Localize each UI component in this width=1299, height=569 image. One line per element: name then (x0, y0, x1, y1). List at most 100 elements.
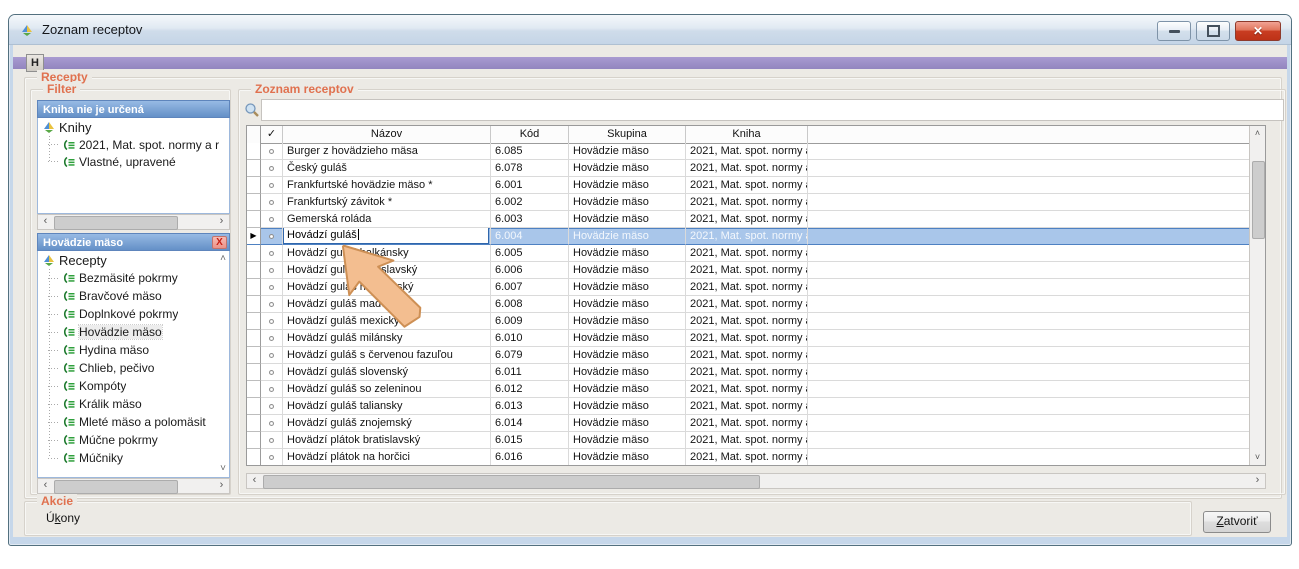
cell-kniha: 2021, Mat. spot. normy a (686, 262, 808, 279)
tree-item[interactable]: Hovädzie mäso (48, 323, 229, 341)
tree-item[interactable]: Mleté mäso a polomäsit (48, 413, 229, 431)
ukony-menu[interactable]: Úkony (46, 511, 80, 525)
record-bullet-icon (269, 217, 274, 222)
scroll-up-icon[interactable]: ˄ (1250, 126, 1265, 141)
scroll-right-icon[interactable]: › (214, 215, 229, 229)
table-row[interactable]: Burger z hovädzieho mäsa6.085Hovädzie mä… (247, 143, 1249, 160)
panel-close-button[interactable]: X (212, 236, 227, 249)
header-kniha[interactable]: Kniha (686, 126, 808, 143)
close-button[interactable]: ✕ (1235, 21, 1281, 41)
table-row[interactable]: Hovädzí guláš mexický6.009Hovädzie mäso2… (247, 313, 1249, 330)
table-row[interactable]: Hovädzí guláš s červenou fazuľou6.079Hov… (247, 347, 1249, 364)
table-row[interactable]: Hovädzí guláš hamburský6.007Hovädzie mäs… (247, 279, 1249, 296)
group-list-label: Zoznam receptov (251, 82, 358, 96)
scroll-up-icon[interactable]: ˄ (220, 254, 226, 264)
tree-item-label: Kompóty (79, 379, 126, 393)
scroll-thumb[interactable] (263, 475, 760, 489)
cell-kniha: 2021, Mat. spot. normy a (686, 177, 808, 194)
maximize-button[interactable] (1196, 21, 1230, 41)
tree-item-label: Mleté mäso a polomäsit (79, 415, 206, 429)
record-bullet-icon (269, 455, 274, 460)
tree-item[interactable]: Doplnkové pokrmy (48, 305, 229, 323)
table-row[interactable]: Hovädzí guláš so zeleninou6.012Hovädzie … (247, 381, 1249, 398)
row-selector-cell (247, 449, 261, 465)
cell-kod: 6.005 (491, 245, 569, 262)
cell-kod: 6.015 (491, 432, 569, 449)
tree-item[interactable]: Múčniky (48, 449, 229, 467)
cell-skupina: Hovädzie mäso (569, 296, 686, 313)
tree-item[interactable]: Vlastné, upravené (48, 153, 229, 170)
cell-kniha: 2021, Mat. spot. normy a (686, 364, 808, 381)
record-bullet-icon (269, 438, 274, 443)
header-check[interactable]: ✓ (261, 126, 283, 143)
cell-skupina: Hovädzie mäso (569, 415, 686, 432)
scroll-thumb[interactable] (54, 216, 178, 230)
table-row[interactable]: Hovädzí plátok na horčici6.016Hovädzie m… (247, 449, 1249, 465)
tree-item[interactable]: Bravčové mäso (48, 287, 229, 305)
minimize-button[interactable] (1157, 21, 1191, 41)
table-row[interactable]: Hovädzí guláš bratislavský6.006Hovädzie … (247, 262, 1249, 279)
tree-item[interactable]: Bezmäsité pokrmy (48, 269, 229, 287)
table-row[interactable]: Frankfurtský závitok *6.002Hovädzie mäso… (247, 194, 1249, 211)
cell-kod: 6.013 (491, 398, 569, 415)
table-row[interactable]: Český guláš6.078Hovädzie mäso2021, Mat. … (247, 160, 1249, 177)
book-icon (62, 434, 75, 446)
table-hscrollbar[interactable]: ‹ › (246, 473, 1266, 489)
record-bullet-icon (269, 251, 274, 256)
table-row[interactable]: Gemerská roláda6.003Hovädzie mäso2021, M… (247, 211, 1249, 228)
row-bullet-cell (261, 279, 283, 296)
row-bullet-cell (261, 160, 283, 177)
tree-connector (48, 458, 58, 459)
table-row[interactable]: Hovädzí guláš taliansky6.013Hovädzie mäs… (247, 398, 1249, 415)
table-row[interactable]: ▶Hovádzí guláš6.004Hovädzie mäso2021, Ma… (247, 228, 1249, 245)
scroll-thumb[interactable] (1252, 161, 1265, 239)
table-row[interactable]: Hovädzí guláš balkánsky6.005Hovädzie mäs… (247, 245, 1249, 262)
table-vscrollbar[interactable]: ˄ ˅ (1249, 126, 1265, 465)
cell-kniha: 2021, Mat. spot. normy a (686, 143, 808, 160)
book-tree-hscrollbar[interactable]: ‹ › (37, 214, 230, 230)
tree-item[interactable]: Králik mäso (48, 395, 229, 413)
zatvorit-button[interactable]: Zatvoriť (1203, 511, 1271, 533)
header-nazov[interactable]: Názov (283, 126, 491, 143)
tree-root-knihy[interactable]: Knihy (38, 118, 229, 136)
tree-item[interactable]: Hydina mäso (48, 341, 229, 359)
tree-item-label: 2021, Mat. spot. normy a r (79, 138, 219, 152)
cell-nazov: Burger z hovädzieho mäsa (283, 143, 491, 160)
tree-item[interactable]: Chlieb, pečivo (48, 359, 229, 377)
tree-item[interactable]: 2021, Mat. spot. normy a r (48, 136, 229, 153)
scroll-left-icon[interactable]: ‹ (247, 474, 262, 488)
recipe-tree-hscrollbar[interactable]: ‹ › (37, 478, 230, 494)
scroll-right-icon[interactable]: › (1250, 474, 1265, 488)
table-row[interactable]: Hovädzí guláš znojemský6.014Hovädzie mäs… (247, 415, 1249, 432)
cell-filler (808, 330, 1249, 347)
scroll-down-icon[interactable]: ˅ (220, 464, 226, 474)
title-bar[interactable]: Zoznam receptov ✕ (9, 15, 1291, 45)
cell-nazov: Hovädzí guláš znojemský (283, 415, 491, 432)
table-row[interactable]: Frankfurtské hovädzie mäso *6.001Hovädzi… (247, 177, 1249, 194)
tree-item[interactable]: Kompóty (48, 377, 229, 395)
tree-root-recepty[interactable]: Recepty (38, 251, 229, 269)
recipes-table: ✓NázovKódSkupinaKniha Burger z hovädzieh… (246, 125, 1266, 466)
cell-nazov: Hovádzí guláš (283, 228, 491, 245)
scroll-left-icon[interactable]: ‹ (38, 215, 53, 229)
scroll-left-icon[interactable]: ‹ (38, 479, 53, 493)
cell-filler (808, 398, 1249, 415)
table-row[interactable]: Hovädzí plátok bratislavský6.015Hovädzie… (247, 432, 1249, 449)
cell-edit-box[interactable]: Hovádzí guláš (283, 228, 489, 244)
cell-filler (808, 143, 1249, 160)
scroll-down-icon[interactable]: ˅ (1250, 450, 1265, 465)
cell-kniha: 2021, Mat. spot. normy a (686, 160, 808, 177)
search-input[interactable] (261, 99, 1284, 121)
header-kod[interactable]: Kód (491, 126, 569, 143)
header-skupina[interactable]: Skupina (569, 126, 686, 143)
table-row[interactable]: Hovädzí guláš milánsky6.010Hovädzie mäso… (247, 330, 1249, 347)
table-row[interactable]: Hovädzí guláš maďarský6.008Hovädzie mäso… (247, 296, 1249, 313)
tree-item[interactable]: Múčne pokrmy (48, 431, 229, 449)
scroll-right-icon[interactable]: › (214, 479, 229, 493)
table-row[interactable]: Hovädzí guláš slovenský6.011Hovädzie mäs… (247, 364, 1249, 381)
row-bullet-cell (261, 194, 283, 211)
tree-item-label: Múčne pokrmy (79, 433, 158, 447)
cell-kniha: 2021, Mat. spot. normy a (686, 415, 808, 432)
row-bullet-cell (261, 228, 283, 245)
scroll-thumb[interactable] (54, 480, 178, 494)
